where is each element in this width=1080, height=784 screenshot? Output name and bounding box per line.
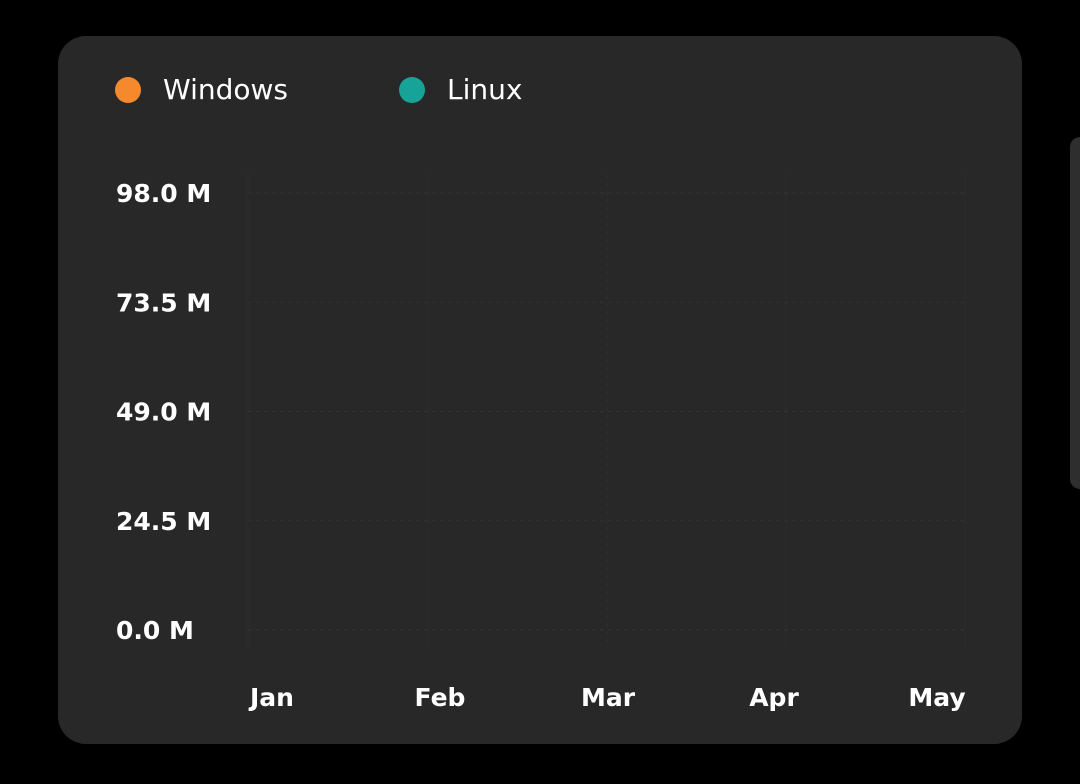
y-tick-label: 98.0 M [116, 179, 211, 208]
x-tick-label: May [908, 683, 965, 712]
x-tick-label: Jan [248, 683, 294, 712]
x-tick-label: Feb [415, 683, 466, 712]
y-tick-label: 0.0 M [116, 616, 194, 645]
y-axis-ticks: 0.0 M 24.5 M 49.0 M 73.5 M 98.0 M [116, 179, 211, 645]
y-tick-label: 73.5 M [116, 288, 211, 317]
line-chart: 0.0 M 24.5 M 49.0 M 73.5 M 98.0 M Jan Feb Mar A… [116, 175, 966, 712]
chart-grid [247, 175, 966, 648]
x-tick-label: Mar [581, 683, 636, 712]
x-tick-label: Apr [749, 683, 799, 712]
x-axis-ticks: Jan Feb Mar Apr May [248, 683, 966, 712]
y-tick-label: 49.0 M [116, 398, 211, 427]
y-tick-label: 24.5 M [116, 507, 211, 536]
